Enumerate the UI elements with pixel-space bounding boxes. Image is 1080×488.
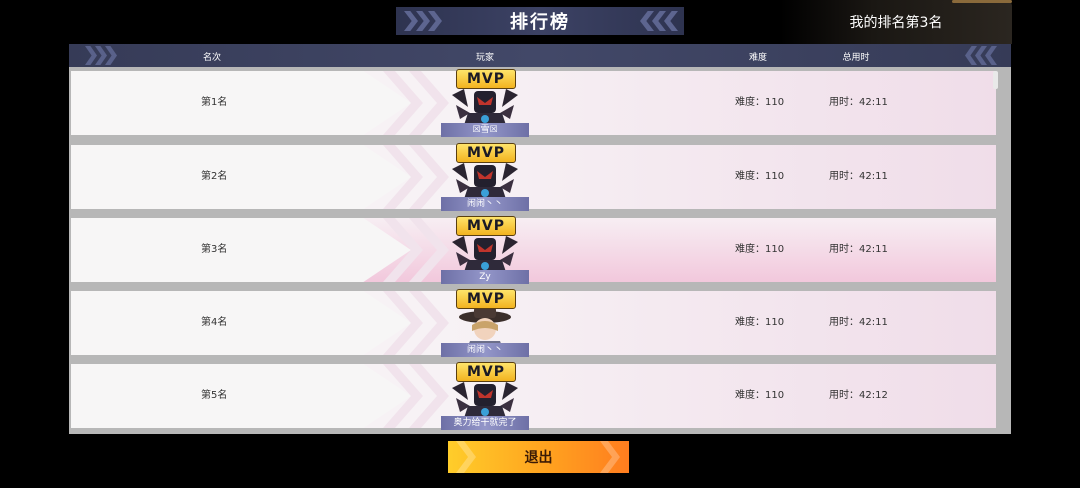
- time-value: 用时：42:12: [829, 390, 888, 401]
- difficulty-value: 难度：110: [735, 244, 785, 255]
- difficulty-value: 难度：110: [735, 317, 785, 328]
- exit-button[interactable]: 退出: [448, 441, 629, 473]
- mvp-badge-icon: MVP: [456, 289, 516, 309]
- chevron-decoration-icon: [965, 46, 997, 65]
- exit-button-label: 退出: [524, 450, 553, 466]
- row-bg: [71, 291, 411, 355]
- player-name: ☒雪☒: [441, 123, 529, 137]
- rank-label: 第4名: [201, 317, 228, 328]
- leaderboard-row[interactable]: 第4名 难度：110 用时：42:11: [71, 291, 996, 355]
- player-name: 闹闹丶丶: [441, 197, 529, 211]
- player-avatar[interactable]: MVP 奥力给干就完了: [441, 362, 529, 432]
- leaderboard-row[interactable]: 第5名 难度：110 用时：42:12: [71, 364, 996, 428]
- chevron-decoration-icon: [404, 11, 442, 31]
- difficulty-value: 难度：110: [735, 97, 785, 108]
- row-bg: [71, 218, 411, 282]
- table-header: 名次 玩家 难度 总用时: [69, 44, 1011, 67]
- mvp-badge-icon: MVP: [456, 143, 516, 163]
- header-difficulty: 难度: [748, 53, 768, 63]
- chevron-decoration-icon: [85, 46, 117, 65]
- leaderboard-row[interactable]: 第3名 难度：110 用时：42:11: [71, 218, 996, 282]
- time-value: 用时：42:11: [829, 171, 888, 182]
- time-value: 用时：42:11: [829, 317, 888, 328]
- difficulty-value: 难度：110: [735, 390, 785, 401]
- mvp-badge-icon: MVP: [456, 69, 516, 89]
- row-bg: [71, 71, 411, 135]
- my-rank-box: 我的排名第3名: [780, 0, 1012, 44]
- leaderboard-row[interactable]: 第1名 难度：110 用时：42:11: [71, 71, 996, 135]
- scrollbar-thumb[interactable]: [993, 71, 998, 89]
- time-value: 用时：42:11: [829, 97, 888, 108]
- row-bg: [71, 364, 411, 428]
- header-rank: 名次: [202, 53, 222, 63]
- page-title: 排行榜: [510, 12, 570, 33]
- player-name: Zy: [441, 270, 529, 284]
- chevron-decoration-icon: [640, 11, 678, 31]
- player-avatar[interactable]: MVP Zy: [441, 216, 529, 286]
- rank-label: 第3名: [201, 244, 228, 255]
- header-time: 总用时: [842, 53, 870, 63]
- mvp-badge-icon: MVP: [456, 362, 516, 382]
- difficulty-value: 难度：110: [735, 171, 785, 182]
- rank-label: 第5名: [201, 390, 228, 401]
- row-bg: [71, 145, 411, 209]
- rank-label: 第2名: [201, 171, 228, 182]
- player-avatar[interactable]: MVP 闹闹丶丶: [441, 143, 529, 213]
- my-rank-text: 我的排名第3名: [849, 15, 943, 31]
- player-avatar[interactable]: MVP ☒雪☒: [441, 69, 529, 139]
- player-name: 闹闹丶丶: [441, 343, 529, 357]
- header-player: 玩家: [475, 53, 495, 63]
- player-avatar[interactable]: MVP 闹闹丶丶: [441, 289, 529, 359]
- player-name: 奥力给干就完了: [441, 416, 529, 430]
- mvp-badge-icon: MVP: [456, 216, 516, 236]
- leaderboard-row[interactable]: 第2名 难度：110 用时：42:11: [71, 145, 996, 209]
- rank-label: 第1名: [201, 97, 228, 108]
- title-banner: 排行榜: [396, 7, 684, 35]
- time-value: 用时：42:11: [829, 244, 888, 255]
